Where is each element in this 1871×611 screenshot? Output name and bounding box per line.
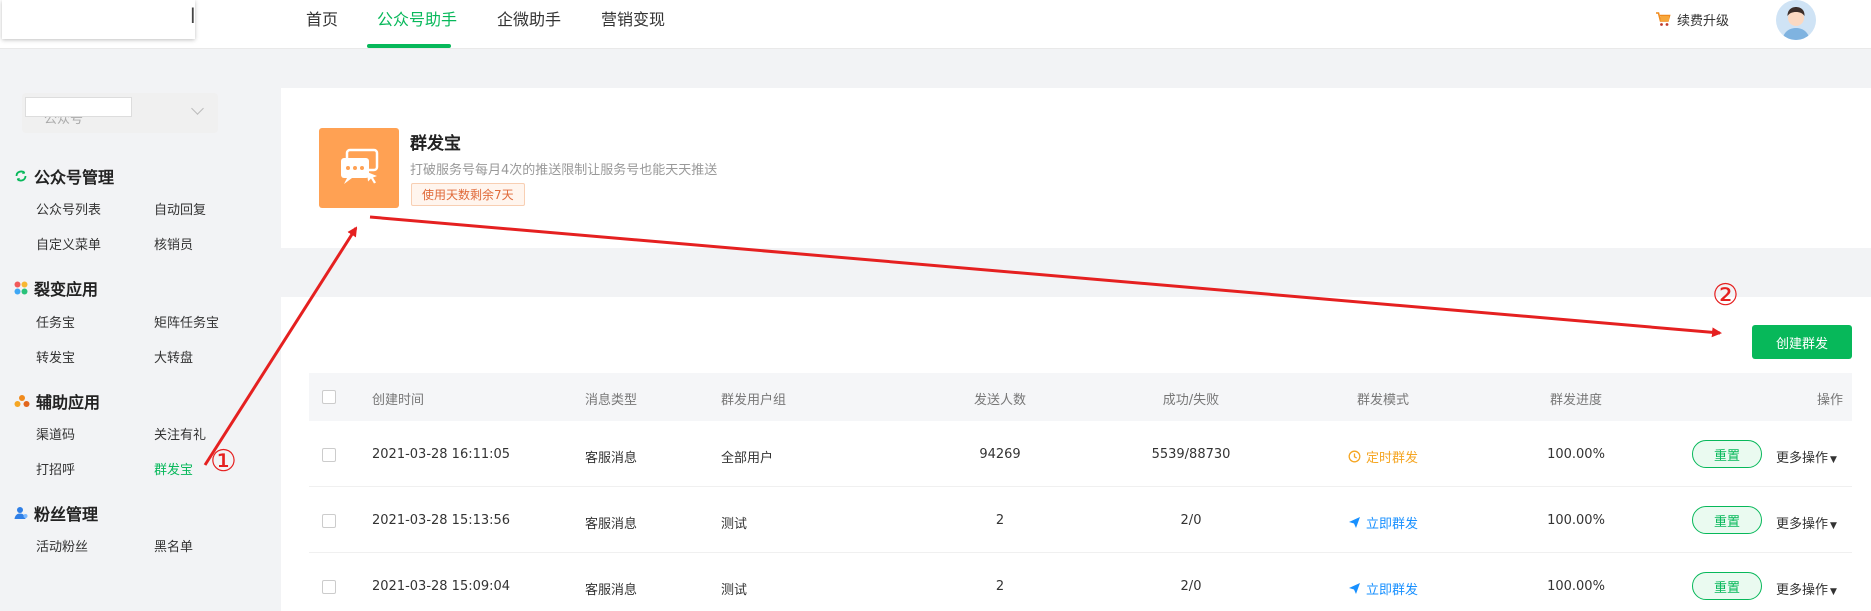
annotation-arrow-1 [203,226,358,466]
annotation-overlay [203,215,1722,466]
annotation-step-1: ① [210,444,237,479]
annotation-arrow-2 [369,215,1722,338]
annotation-step-2: ② [1712,278,1739,313]
